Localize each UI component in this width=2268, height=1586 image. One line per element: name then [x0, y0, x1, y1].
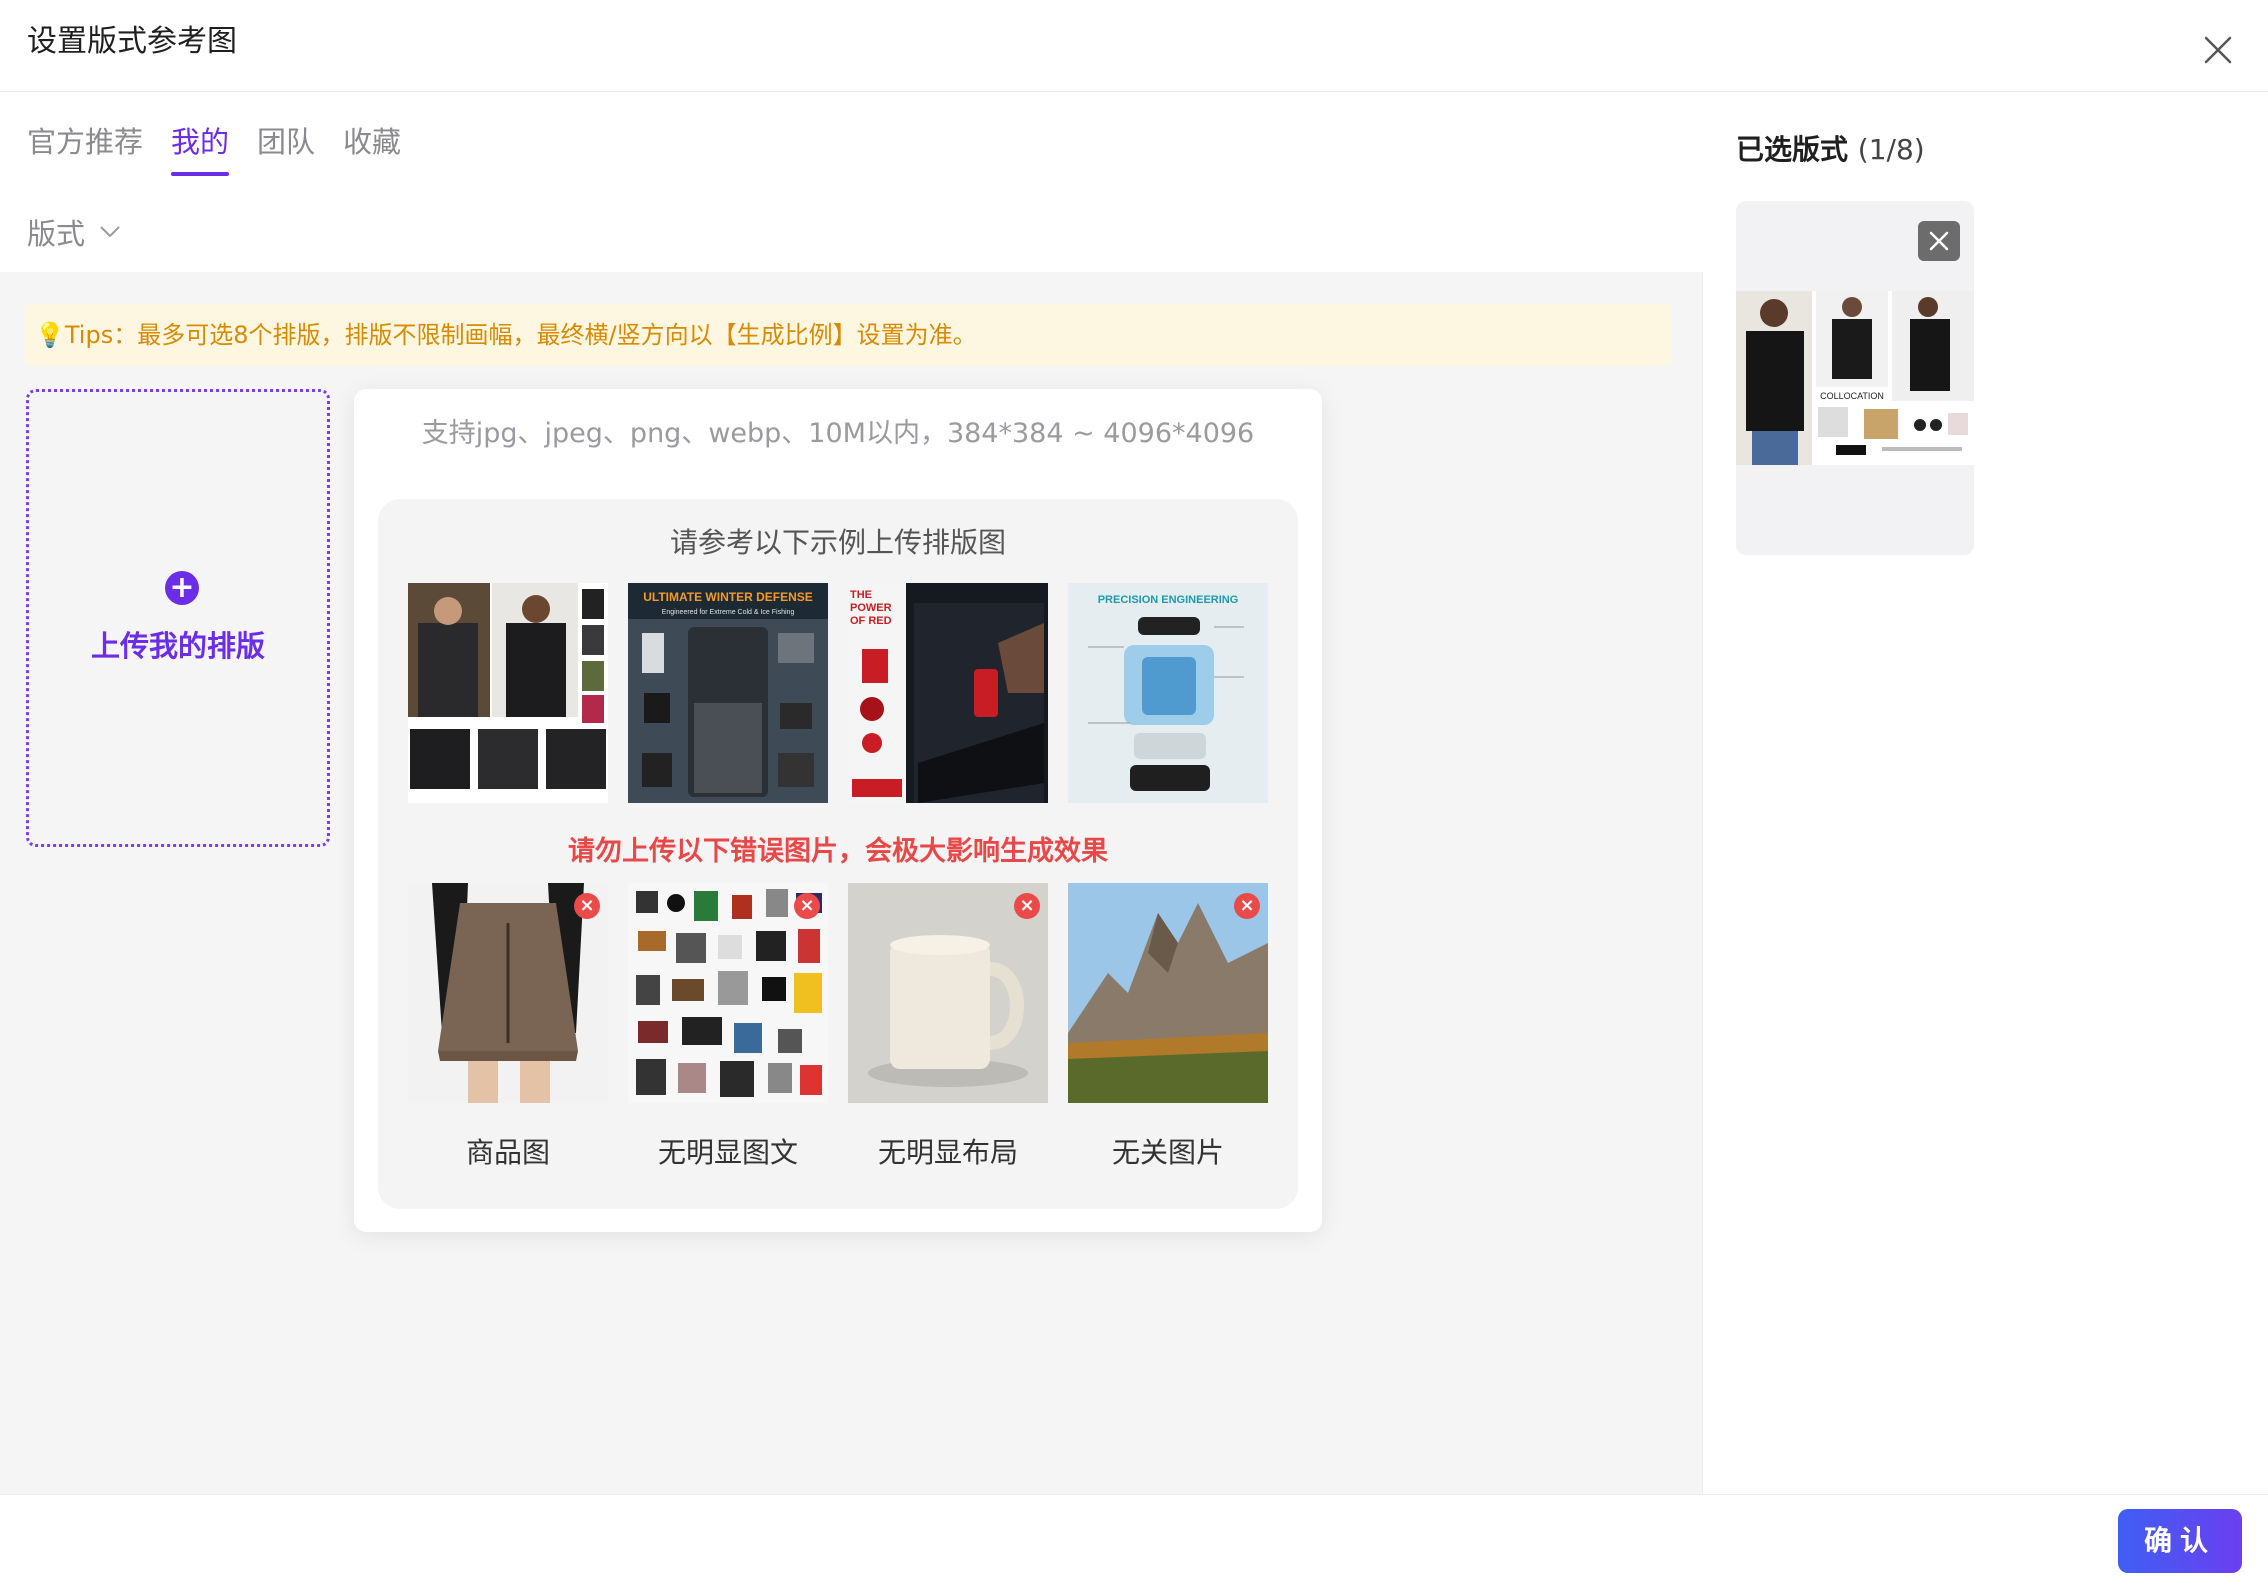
chevron-down-icon	[100, 226, 120, 238]
tab-mine[interactable]: 我的	[171, 122, 230, 198]
tab-favorites[interactable]: 收藏	[343, 122, 401, 198]
bad-example-caption: 商品图	[465, 1136, 550, 1169]
bad-examples-title: 请勿上传以下错误图片，会极大影响生成效果	[568, 836, 1108, 867]
bad-example-caption: 无明显布局	[877, 1136, 1018, 1169]
mug-image: ×	[848, 883, 1048, 1103]
error-badge-icon: ×	[794, 893, 820, 919]
supported-formats-text: 支持jpg、jpeg、png、webp、10M以内，384*384 ~ 4096…	[421, 418, 1255, 449]
winter-headline: ULTIMATE WINTER DEFENSE	[643, 590, 813, 604]
skirt-product-image: ×	[408, 883, 608, 1103]
upload-layout-button[interactable]: + 上传我的排版	[26, 389, 330, 847]
tips-banner: 💡Tips：最多可选8个排版，排版不限制画幅，最终横/竖方向以【生成比例】设置为…	[25, 304, 1671, 366]
tab-list: 官方推荐 我的 团队 收藏	[27, 122, 429, 202]
red-tumbler-layout-image: THE POWER OF RED	[848, 583, 1048, 803]
scattered-collage-image: ×	[628, 883, 828, 1103]
selected-layout-card[interactable]: COLLOCATION	[1736, 201, 1974, 555]
dialog-title: 设置版式参考图	[27, 24, 237, 59]
upload-layout-label: 上传我的排版	[90, 629, 265, 663]
upload-guide-popover: 支持jpg、jpeg、png、webp、10M以内，384*384 ~ 4096…	[354, 389, 1322, 1232]
dialog-footer: 确认	[0, 1494, 2268, 1586]
bad-example-caption: 无明显图文	[657, 1136, 798, 1169]
svg-text:OF RED: OF RED	[850, 615, 892, 627]
tab-bar-area: 官方推荐 我的 团队 收藏 版式	[0, 92, 1703, 272]
error-badge-icon: ×	[574, 893, 600, 919]
winter-gear-layout-image: ULTIMATE WINTER DEFENSE Engineered for E…	[628, 583, 828, 803]
dialog-header: 设置版式参考图	[0, 0, 2268, 92]
selected-count: (1/8)	[1857, 133, 1925, 166]
good-examples-title: 请参考以下示例上传排版图	[669, 526, 1006, 559]
tab-team[interactable]: 团队	[257, 122, 315, 198]
layout-filter-dropdown[interactable]: 版式	[27, 211, 121, 253]
humidifier-headline: PRECISION ENGINEERING	[1098, 594, 1239, 606]
confirm-button[interactable]: 确认	[2118, 1509, 2242, 1573]
selected-layout-thumbnail: COLLOCATION	[1736, 291, 1974, 465]
layout-filter-label: 版式	[27, 217, 86, 251]
humidifier-exploded-image: PRECISION ENGINEERING	[1068, 583, 1268, 803]
mountain-landscape-image: ×	[1068, 883, 1268, 1103]
remove-selected-button[interactable]	[1918, 221, 1960, 261]
selected-layouts-title: 已选版式 (1/8)	[1736, 128, 1925, 168]
jacket-collage-image	[408, 583, 608, 803]
winter-subline: Engineered for Extreme Cold & Ice Fishin…	[662, 609, 795, 616]
bad-example-caption: 无关图片	[1111, 1136, 1224, 1169]
plus-icon: +	[165, 571, 199, 605]
tab-official[interactable]: 官方推荐	[27, 122, 143, 198]
examples-panel: 请参考以下示例上传排版图 ULTIMATE WINTER DEFENSE Eng…	[378, 499, 1298, 1209]
layout-browser-panel: 官方推荐 我的 团队 收藏 版式 💡Tips：最多可选8个排版，排版不限制画幅，…	[0, 92, 1703, 1494]
svg-text:POWER: POWER	[850, 602, 892, 614]
close-icon	[1929, 231, 1949, 251]
collocation-caption: COLLOCATION	[1820, 391, 1884, 401]
error-badge-icon: ×	[1234, 893, 1260, 919]
svg-text:THE: THE	[850, 589, 872, 601]
close-icon[interactable]	[2196, 28, 2240, 72]
error-badge-icon: ×	[1014, 893, 1040, 919]
selected-title-text: 已选版式	[1736, 133, 1849, 166]
